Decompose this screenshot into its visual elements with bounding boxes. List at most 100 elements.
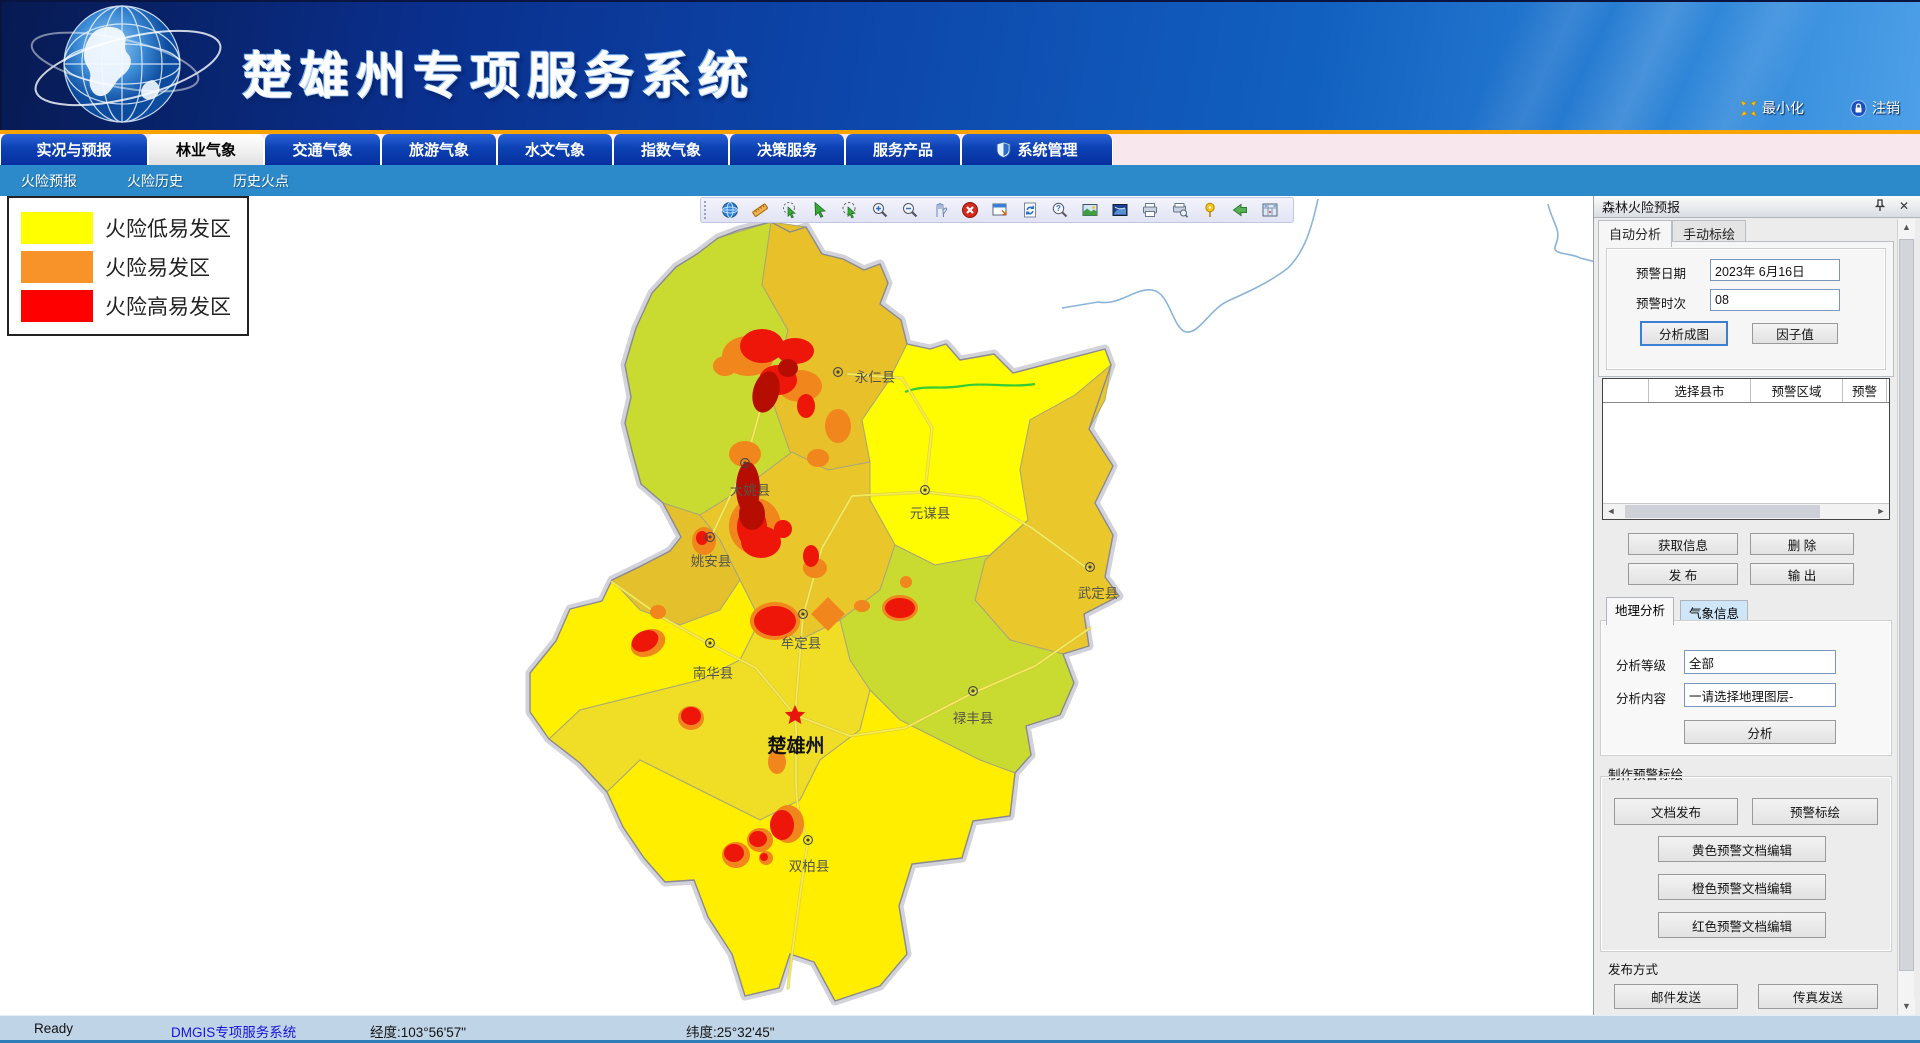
back-tool-button[interactable] <box>1225 199 1255 221</box>
email-send-button[interactable]: 邮件发送 <box>1614 984 1738 1009</box>
warn-time-value: 08 <box>1711 293 1823 307</box>
print-tool-button[interactable] <box>1135 199 1165 221</box>
marker-tool-button[interactable] <box>1195 199 1225 221</box>
select-lasso-icon <box>841 201 859 219</box>
pan-icon <box>931 201 949 219</box>
publish-mode-label: 发布方式 <box>1608 959 1658 978</box>
warn-date-combo[interactable]: 2023年 6月16日 <box>1710 259 1840 281</box>
extent-icon <box>991 201 1009 219</box>
logout-button[interactable]: 注销 <box>1850 98 1900 118</box>
tab-7[interactable]: 决策服务 <box>729 134 845 165</box>
select-lasso-tool-button[interactable] <box>835 199 865 221</box>
hscroll-thumb[interactable] <box>1625 505 1820 518</box>
chevron-down-icon <box>1819 684 1835 706</box>
overview-tool-button[interactable] <box>1105 199 1135 221</box>
measure-tool-button[interactable] <box>745 199 775 221</box>
extent-tool-button[interactable] <box>985 199 1015 221</box>
logout-label: 注销 <box>1872 98 1900 118</box>
vscroll-thumb[interactable] <box>1899 239 1914 971</box>
zoom-out-tool-button[interactable] <box>895 199 925 221</box>
submenu-item-3[interactable]: 历史火点 <box>233 171 289 191</box>
publish-button[interactable]: 发 布 <box>1628 563 1738 585</box>
tab-4[interactable]: 旅游气象 <box>381 134 497 165</box>
chevron-down-icon <box>1819 651 1835 673</box>
analysis-level-combo[interactable]: 全部 <box>1684 650 1836 674</box>
factor-value-button[interactable]: 因子值 <box>1752 323 1838 344</box>
tab-5[interactable]: 水文气象 <box>497 134 613 165</box>
submenu-item-1[interactable]: 火险预报 <box>21 171 77 191</box>
orange-doc-button[interactable]: 橙色预警文档编辑 <box>1658 874 1826 900</box>
select-circle-tool-button[interactable] <box>775 199 805 221</box>
minimize-label: 最小化 <box>1762 98 1804 118</box>
tab-label: 实况与预报 <box>36 139 111 160</box>
status-system-link[interactable]: DMGIS专项服务系统 <box>171 1021 296 1041</box>
county-label: 双柏县 <box>789 859 830 874</box>
minimize-icon <box>1740 100 1757 117</box>
county-seat-icon-dot <box>708 535 711 538</box>
tab-8[interactable]: 服务产品 <box>845 134 961 165</box>
fax-send-button[interactable]: 传真发送 <box>1758 984 1878 1009</box>
close-icon[interactable]: ✕ <box>1897 199 1911 213</box>
analysis-level-label: 分析等级 <box>1616 655 1666 674</box>
svg-text:?: ? <box>1056 204 1061 213</box>
tab-geo-analysis[interactable]: 地理分析 <box>1606 597 1674 625</box>
refresh-tool-button[interactable] <box>1015 199 1045 221</box>
submenu-item-2[interactable]: 火险历史 <box>127 171 183 191</box>
county-label: 元谋县 <box>910 506 951 521</box>
pin-icon[interactable] <box>1873 199 1887 213</box>
toolbar-grip[interactable] <box>704 201 709 219</box>
doc-publish-button[interactable]: 文档发布 <box>1614 798 1738 825</box>
export-button[interactable]: 输 出 <box>1750 563 1854 585</box>
minimize-button[interactable]: 最小化 <box>1740 98 1804 118</box>
tab-auto-analysis[interactable]: 自动分析 <box>1598 220 1672 247</box>
red-doc-button[interactable]: 红色预警文档编辑 <box>1658 912 1826 938</box>
layout-tool-button[interactable] <box>1255 199 1285 221</box>
pan-tool-button[interactable] <box>925 199 955 221</box>
tab-1[interactable]: 实况与预报 <box>0 134 148 165</box>
image-tool-button[interactable] <box>1075 199 1105 221</box>
county-label: 永仁县 <box>855 370 896 385</box>
county-label: 禄丰县 <box>953 711 994 726</box>
map-toolbar: ? <box>700 197 1294 223</box>
county-seat-icon-dot <box>1088 565 1091 568</box>
back-icon <box>1231 201 1249 219</box>
main-tabbar: 实况与预报 林业气象交通气象旅游气象水文气象 指数气象 决策服务服务产品系统管理 <box>0 134 1920 165</box>
shield-icon <box>996 141 1011 158</box>
scroll-up-icon[interactable]: ▲ <box>1898 219 1915 236</box>
print-preview-tool-button[interactable] <box>1165 199 1195 221</box>
scroll-down-icon[interactable]: ▼ <box>1898 998 1915 1015</box>
tab-6[interactable]: 指数气象 <box>613 134 729 165</box>
table-hscrollbar[interactable]: ◄ ► <box>1603 503 1889 519</box>
warn-plot-button[interactable]: 预警标绘 <box>1752 798 1878 825</box>
table-header-4: 预警 <box>1843 379 1887 402</box>
zoom-in-tool-button[interactable] <box>865 199 895 221</box>
warn-time-combo[interactable]: 08 <box>1710 289 1840 311</box>
tab-label: 指数气象 <box>641 139 701 160</box>
tab-2[interactable]: 林业气象 <box>148 134 264 165</box>
tab-3[interactable]: 交通气象 <box>264 134 381 165</box>
application-window: 楚雄州专项服务系统 最小化 注销 实况与预报林业气象交通气 <box>0 0 1920 1043</box>
yellow-doc-button[interactable]: 黄色预警文档编辑 <box>1658 836 1826 862</box>
table-header-3: 预警区域 <box>1751 379 1843 402</box>
clear-tool-button[interactable] <box>955 199 985 221</box>
globe-tool-button[interactable] <box>715 199 745 221</box>
globe-icon <box>721 201 739 219</box>
get-info-button[interactable]: 获取信息 <box>1628 533 1738 555</box>
tab-9[interactable]: 系统管理 <box>961 134 1113 165</box>
scroll-left-icon[interactable]: ◄ <box>1603 504 1619 519</box>
county-seat-icon-dot <box>971 689 974 692</box>
analyze-button[interactable]: 分析 <box>1684 720 1836 744</box>
panel-vscrollbar[interactable]: ▲ ▼ <box>1897 219 1914 1015</box>
legend-swatch <box>21 290 93 322</box>
county-seat-icon-dot <box>801 612 804 615</box>
select-arrow-tool-button[interactable] <box>805 199 835 221</box>
analysis-content-combo[interactable]: 一请选择地理图层- <box>1684 683 1836 707</box>
identify-tool-button[interactable]: ? <box>1045 199 1075 221</box>
map-canvas[interactable]: 永仁县大姚县元谋县姚安县武定县牟定县南华县禄丰县双柏县楚雄州 火险低易发区火险易… <box>0 196 1593 1015</box>
delete-button[interactable]: 删 除 <box>1750 533 1854 555</box>
analyze-map-button[interactable]: 分析成图 <box>1640 321 1728 346</box>
legend-swatch <box>21 212 93 244</box>
legend-row: 火险低易发区 <box>21 212 247 244</box>
warning-table[interactable]: 选择县市预警区域预警 ◄ ► <box>1602 378 1890 520</box>
scroll-right-icon[interactable]: ► <box>1873 504 1889 519</box>
